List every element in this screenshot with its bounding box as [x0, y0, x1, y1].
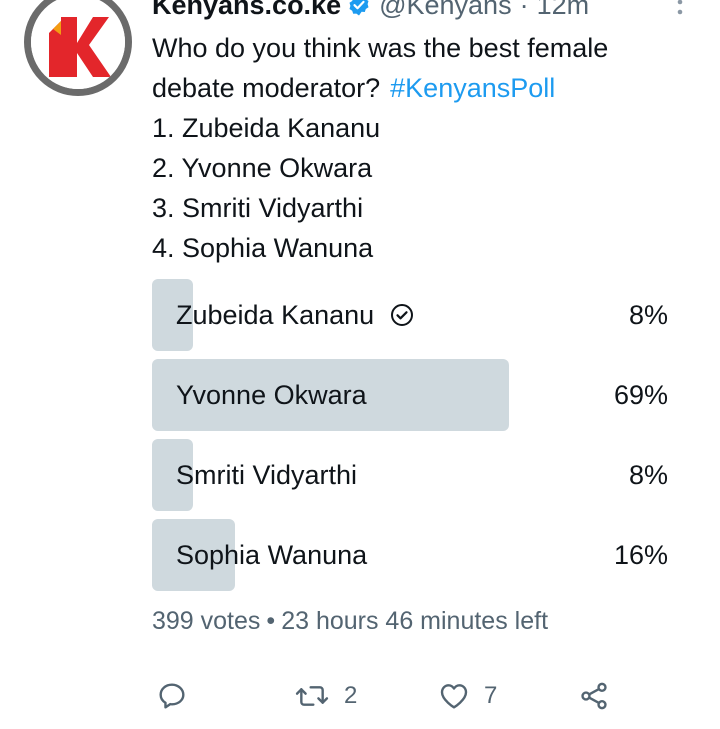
tweet-text-fragment: debate moderator?	[152, 73, 381, 103]
list-item: 3. Smriti Vidyarthi	[152, 193, 364, 223]
poll-meta: 399 votes • 23 hours 46 minutes left	[152, 607, 548, 636]
kenyans-logo-icon	[31, 0, 125, 89]
time-left: 23 hours 46 minutes left	[281, 607, 549, 635]
like-button[interactable]: 7	[438, 676, 497, 716]
tweet-text-line: Who do you think was the best female	[152, 33, 609, 63]
like-count: 7	[484, 682, 498, 709]
poll-option-percent: 69%	[613, 379, 668, 410]
poll-option-percent: 16%	[613, 539, 668, 570]
poll-option-text: Yvonne Okwara	[176, 379, 367, 410]
list-item: 4. Sophia Wanuna	[152, 233, 374, 263]
share-button[interactable]	[578, 676, 610, 716]
retweet-icon	[295, 686, 329, 706]
poll-option-label: Sophia Wanuna	[176, 519, 367, 591]
separator: ·	[519, 0, 529, 20]
more-dots-icon	[677, 0, 683, 15]
poll-option-text: Smriti Vidyarthi	[176, 459, 358, 490]
avatar[interactable]	[24, 0, 132, 96]
verified-badge-icon	[347, 0, 371, 17]
tweet-text: Who do you think was the best female deb…	[152, 28, 692, 268]
poll-option-smriti[interactable]: Smriti Vidyarthi 8%	[152, 439, 670, 511]
list-item: 1. Zubeida Kananu	[152, 113, 381, 143]
poll-option-sophia[interactable]: Sophia Wanuna 16%	[152, 519, 670, 591]
poll-option-text: Zubeida Kananu	[176, 299, 375, 330]
display-name[interactable]: Kenyans.co.ke	[152, 0, 341, 21]
poll-option-yvonne[interactable]: Yvonne Okwara 69%	[152, 359, 670, 431]
timestamp[interactable]: 12m	[537, 0, 590, 21]
poll-option-label: Yvonne Okwara	[176, 359, 367, 431]
more-options-button[interactable]	[672, 0, 688, 24]
poll-option-zubeida[interactable]: Zubeida Kananu 8%	[152, 279, 670, 351]
action-bar: 2 7	[152, 676, 622, 716]
poll-option-percent: 8%	[628, 459, 668, 490]
vote-count: 399 votes	[152, 607, 261, 635]
poll: Zubeida Kananu 8% Yvonne Okwara 69% Smri…	[152, 279, 670, 599]
check-circle-icon	[390, 303, 414, 327]
poll-option-label: Smriti Vidyarthi	[176, 439, 357, 511]
tweet-text-line: debate moderator? #KenyansPoll	[152, 68, 692, 108]
heart-icon	[440, 684, 468, 709]
reply-icon	[159, 683, 185, 709]
poll-option-percent: 8%	[628, 299, 668, 330]
meta-separator: •	[266, 607, 276, 635]
retweet-count: 2	[344, 682, 358, 709]
poll-option-text: Sophia Wanuna	[176, 539, 368, 570]
handle[interactable]: @Kenyans	[379, 0, 511, 21]
share-icon	[581, 682, 607, 710]
reply-button[interactable]	[156, 676, 188, 716]
retweet-button[interactable]: 2	[294, 676, 357, 716]
list-item: 2. Yvonne Okwara	[152, 153, 373, 183]
hashtag-link[interactable]: #KenyansPoll	[390, 73, 555, 103]
tweet-header: Kenyans.co.ke @Kenyans · 12m	[152, 0, 589, 22]
poll-option-label: Zubeida Kananu	[176, 279, 414, 351]
